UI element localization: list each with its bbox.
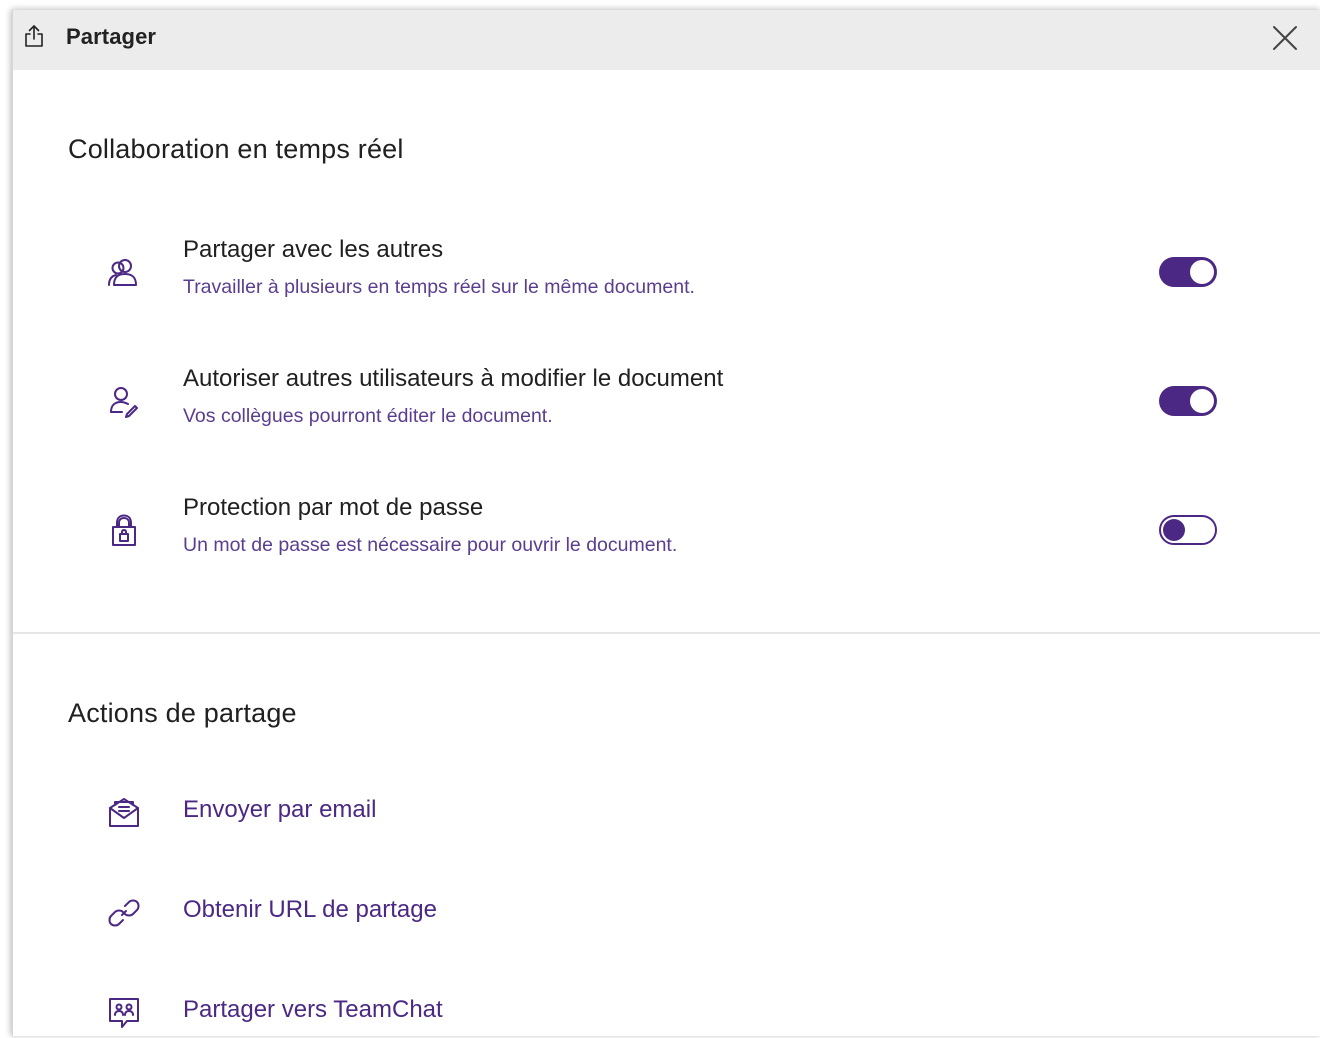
send-by-email-action[interactable]: Envoyer par email <box>13 788 1320 838</box>
link-icon <box>105 894 143 932</box>
user-edit-icon <box>105 383 143 421</box>
share-to-teamchat-action[interactable]: Partager vers TeamChat <box>13 988 1320 1038</box>
dialog-title: Partager <box>66 24 157 49</box>
section-title-collaboration: Collaboration en temps réel <box>68 134 404 164</box>
toggle-knob <box>1190 389 1214 413</box>
allow-edit-toggle[interactable] <box>1159 386 1217 416</box>
get-share-url-action[interactable]: Obtenir URL de partage <box>13 888 1320 938</box>
action-label: Envoyer par email <box>183 796 377 823</box>
option-description: Un mot de passe est nécessaire pour ouvr… <box>183 534 678 556</box>
option-title: Autoriser autres utilisateurs à modifier… <box>183 365 724 392</box>
option-allow-edit: Autoriser autres utilisateurs à modifier… <box>13 365 1320 445</box>
users-icon <box>105 254 143 292</box>
dialog-titlebar: Partager <box>13 10 1320 70</box>
section-divider <box>13 632 1320 634</box>
teamchat-icon <box>105 994 143 1032</box>
lock-icon <box>105 512 143 550</box>
option-password-protection: Protection par mot de passe Un mot de pa… <box>13 494 1320 574</box>
action-label: Partager vers TeamChat <box>183 996 443 1023</box>
action-label: Obtenir URL de partage <box>183 896 437 923</box>
option-description: Vos collègues pourront éditer le documen… <box>183 405 553 427</box>
share-dialog: Partager Collaboration en temps réel Par… <box>12 10 1320 1036</box>
close-button[interactable] <box>1271 24 1299 52</box>
share-with-others-toggle[interactable] <box>1159 257 1217 287</box>
password-protection-toggle[interactable] <box>1159 515 1217 545</box>
toggle-knob <box>1190 260 1214 284</box>
section-title-actions: Actions de partage <box>68 698 297 728</box>
close-icon <box>1271 24 1299 52</box>
share-icon <box>23 24 45 48</box>
toggle-knob <box>1163 519 1185 541</box>
option-description: Travailler à plusieurs en temps réel sur… <box>183 276 695 298</box>
email-icon <box>105 794 143 832</box>
option-title: Protection par mot de passe <box>183 494 484 521</box>
option-share-with-others: Partager avec les autres Travailler à pl… <box>13 236 1320 316</box>
option-title: Partager avec les autres <box>183 236 444 263</box>
